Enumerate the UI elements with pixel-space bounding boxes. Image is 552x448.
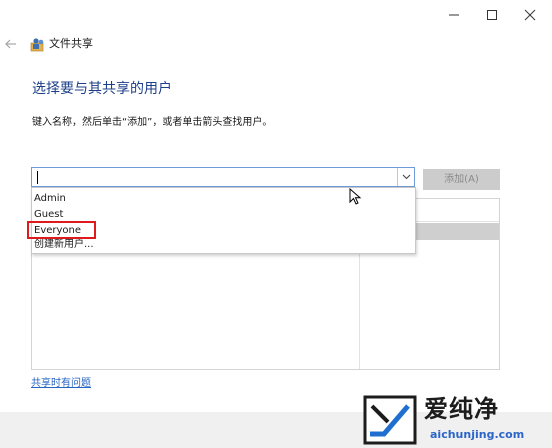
user-name-combobox[interactable] bbox=[31, 167, 415, 187]
sharing-help-link[interactable]: 共享时有问题 bbox=[31, 377, 91, 391]
watermark-brand-name: 爱纯净 bbox=[424, 395, 499, 423]
close-button[interactable] bbox=[507, 0, 552, 30]
watermark-url: aichunjing.com bbox=[430, 428, 525, 441]
instruction-text: 键入名称，然后单击“添加”，或者单击箭头查找用户。 bbox=[32, 117, 273, 128]
mouse-pointer-icon bbox=[349, 188, 362, 205]
close-icon bbox=[524, 9, 536, 21]
page-heading: 选择要与其共享的用户 bbox=[32, 81, 172, 97]
file-sharing-icon bbox=[30, 38, 44, 52]
add-button[interactable]: 添加(A) bbox=[423, 169, 500, 190]
text-caret bbox=[37, 171, 38, 184]
chevron-down-icon bbox=[402, 174, 410, 180]
window-title: 文件共享 bbox=[49, 37, 93, 50]
title-bar bbox=[0, 0, 552, 30]
back-button[interactable] bbox=[4, 34, 20, 54]
back-arrow-icon bbox=[5, 39, 16, 49]
dropdown-arrow-button[interactable] bbox=[397, 168, 414, 186]
nav-bar: 文件共享 bbox=[0, 32, 552, 56]
watermark-logo-icon bbox=[363, 395, 417, 445]
minimize-icon bbox=[449, 14, 459, 16]
annotation-highlight-box bbox=[27, 221, 96, 239]
dropdown-option-create-new-user[interactable]: 创建新用户... bbox=[32, 237, 415, 253]
maximize-icon bbox=[487, 10, 497, 20]
